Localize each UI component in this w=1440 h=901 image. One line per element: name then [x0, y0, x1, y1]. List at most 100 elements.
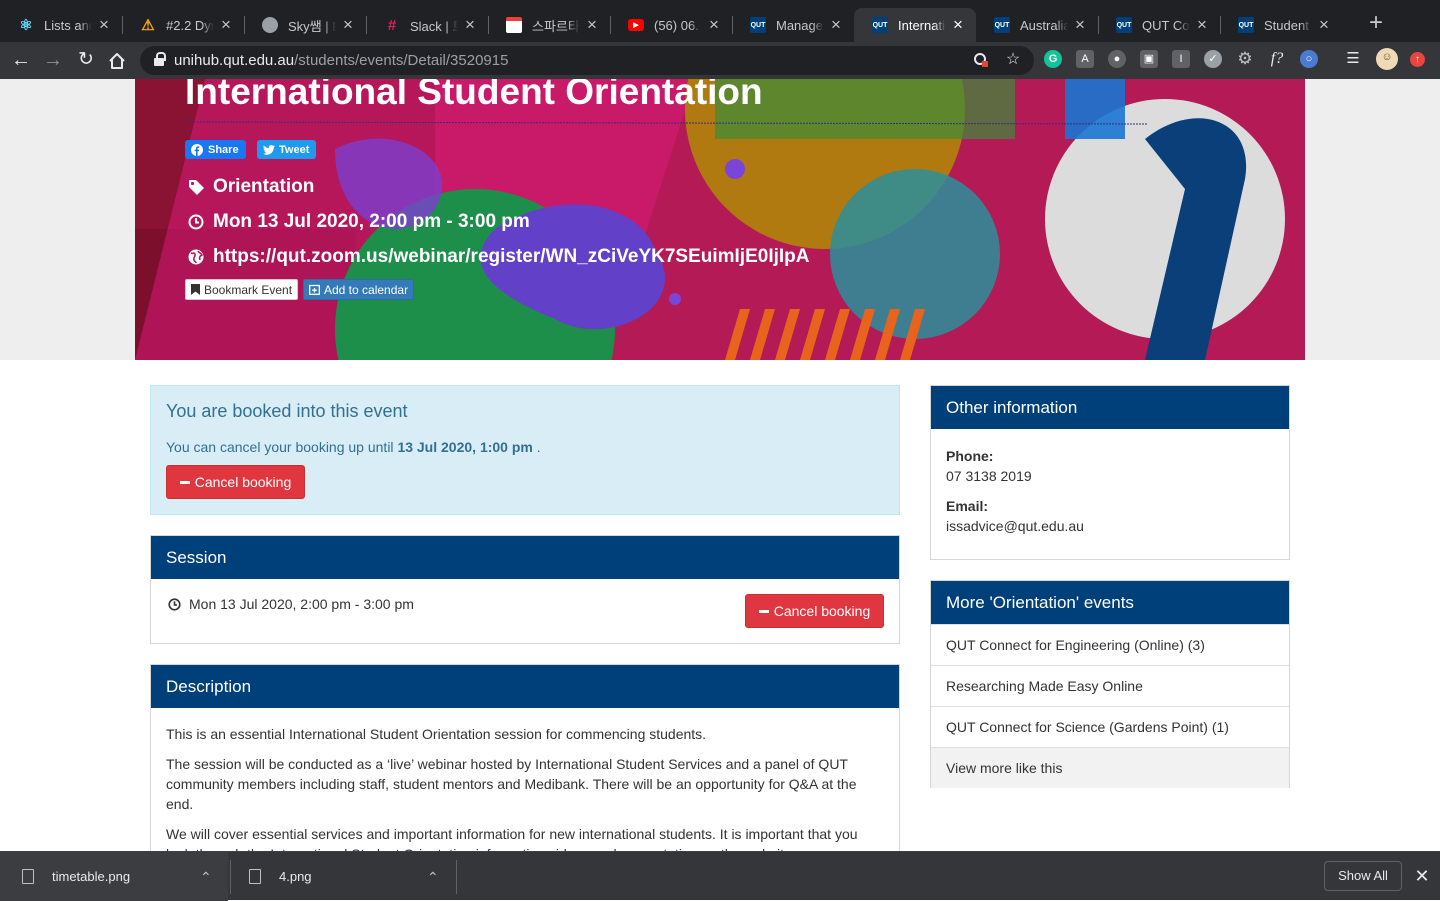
twitter-tweet-button[interactable]: Tweet: [257, 140, 317, 159]
formula-extension-icon[interactable]: f?: [1268, 50, 1286, 68]
other-information-panel: Other information Phone: 07 3138 2019 Em…: [930, 385, 1290, 560]
extension-icon[interactable]: ✓: [1204, 50, 1222, 68]
browser-tab[interactable]: # Slack | 트린×: [366, 8, 488, 42]
bookmark-star-icon[interactable]: ☆: [1004, 51, 1022, 69]
view-more-link[interactable]: View more like this: [931, 747, 1289, 788]
close-tab-icon[interactable]: ×: [1316, 15, 1332, 35]
file-icon: [22, 869, 34, 884]
forward-icon[interactable]: →: [40, 48, 66, 74]
globe-icon: [262, 17, 278, 33]
home-icon[interactable]: [104, 48, 130, 74]
event-hero-banner: International Student Orientation Share …: [135, 79, 1305, 360]
chevron-up-icon[interactable]: ⌃: [427, 869, 439, 886]
lock-icon[interactable]: [154, 52, 166, 66]
description-paragraph: This is an essential International Stude…: [166, 726, 707, 742]
close-tab-icon[interactable]: ×: [950, 15, 966, 35]
clock-icon: [187, 213, 205, 231]
browser-tab[interactable]: QUT Student lif×: [1220, 8, 1342, 42]
session-panel: Session Mon 13 Jul 2020, 2:00 pm - 3:00 …: [150, 535, 900, 644]
close-tab-icon[interactable]: ×: [1072, 15, 1088, 35]
location-blocked-icon[interactable]: [972, 51, 990, 69]
qut-icon: QUT: [1116, 17, 1132, 33]
browser-tab[interactable]: QUT Australia A×: [976, 8, 1098, 42]
extension-icon[interactable]: I: [1172, 50, 1190, 68]
file-icon: [249, 869, 261, 884]
clock-icon: [168, 597, 181, 611]
tab-title: #2.2 Dyna: [166, 17, 214, 33]
session-time: Mon 13 Jul 2020, 2:00 pm - 3:00 pm: [168, 596, 414, 612]
close-tab-icon[interactable]: ×: [218, 15, 234, 35]
download-item[interactable]: timetable.png ⌃: [0, 852, 228, 901]
cancel-booking-button[interactable]: Cancel booking: [166, 465, 305, 499]
tab-title: Slack | 트린: [410, 18, 458, 34]
email-address[interactable]: issadvice@qut.edu.au: [946, 516, 1084, 536]
close-tab-icon[interactable]: ×: [584, 15, 600, 35]
new-tab-button[interactable]: +: [1364, 11, 1388, 36]
more-events-item[interactable]: Researching Made Easy Online: [931, 665, 1289, 706]
minus-icon: [179, 480, 190, 484]
tab-title: Australia A: [1020, 17, 1068, 33]
more-events-item[interactable]: QUT Connect for Engineering (Online) (3): [931, 624, 1289, 665]
event-title: International Student Orientation: [185, 79, 763, 112]
show-all-downloads-button[interactable]: Show All: [1324, 861, 1402, 891]
close-tab-icon[interactable]: ×: [340, 15, 356, 35]
tab-separator: [366, 16, 367, 34]
tab-separator: [610, 16, 611, 34]
browser-tab[interactable]: ▶ (56) 06. n×: [610, 8, 732, 42]
tab-title: QUT Conn: [1142, 17, 1190, 33]
extension-icon[interactable]: ▣: [1140, 50, 1158, 68]
globe-icon: [187, 248, 205, 266]
grammarly-extension-icon[interactable]: G: [1044, 50, 1062, 68]
back-icon[interactable]: ←: [8, 48, 34, 74]
session-heading: Session: [151, 536, 899, 579]
browser-tab[interactable]: Sky쌤 | Eng×: [244, 8, 366, 42]
chevron-up-icon[interactable]: ⌃: [200, 869, 212, 886]
media-control-icon[interactable]: ☰: [1344, 50, 1362, 68]
twitter-icon: [263, 144, 275, 155]
address-bar[interactable]: unihub.qut.edu.au/students/events/Detail…: [140, 46, 1034, 75]
more-events-item[interactable]: QUT Connect for Science (Gardens Point) …: [931, 706, 1289, 747]
minus-icon: [758, 609, 769, 613]
browser-tab[interactable]: QUT QUT Conn×: [1098, 8, 1220, 42]
tab-title: Student lif: [1264, 17, 1312, 33]
tab-separator: [1098, 16, 1099, 34]
close-downloads-icon[interactable]: ✕: [1412, 864, 1432, 888]
bookmark-event-button[interactable]: Bookmark Event: [185, 279, 299, 300]
extension-icon[interactable]: A: [1076, 50, 1094, 68]
browser-tab[interactable]: ⚠ #2.2 Dyna×: [122, 8, 244, 42]
close-tab-icon[interactable]: ×: [1194, 15, 1210, 35]
warning-icon: ⚠: [141, 17, 155, 34]
settings-extension-icon[interactable]: ⚙: [1236, 50, 1254, 68]
calendar-plus-icon: [309, 284, 320, 295]
browser-tab[interactable]: 스파르타온라×: [488, 8, 610, 42]
close-tab-icon[interactable]: ×: [96, 15, 112, 35]
tab-separator: [732, 16, 733, 34]
download-item[interactable]: 4.png ⌃: [232, 852, 456, 901]
profile-avatar[interactable]: ☺: [1376, 48, 1398, 70]
email-label: Email:: [946, 498, 989, 514]
react-icon: ⚛: [19, 17, 33, 34]
update-icon[interactable]: ↑: [1410, 52, 1425, 67]
more-events-panel: More 'Orientation' events QUT Connect fo…: [930, 580, 1290, 788]
reload-icon[interactable]: ↻: [73, 48, 99, 74]
url-text[interactable]: unihub.qut.edu.au/students/events/Detail…: [174, 52, 508, 69]
extension-icon[interactable]: ●: [1108, 50, 1126, 68]
close-tab-icon[interactable]: ×: [828, 15, 844, 35]
browser-tab[interactable]: QUT Internation×: [854, 8, 976, 42]
add-to-calendar-button[interactable]: Add to calendar: [303, 279, 415, 300]
booking-heading: You are booked into this event: [166, 401, 408, 421]
extension-icon[interactable]: ○: [1300, 50, 1318, 68]
session-cancel-booking-button[interactable]: Cancel booking: [745, 594, 884, 628]
tab-title: Sky쌤 | Eng: [288, 18, 336, 34]
browser-tab[interactable]: ⚛ Lists and K×: [0, 8, 122, 42]
facebook-share-button[interactable]: Share: [185, 140, 246, 159]
close-tab-icon[interactable]: ×: [706, 15, 722, 35]
other-information-heading: Other information: [931, 386, 1289, 429]
slack-icon: #: [387, 16, 397, 34]
event-link[interactable]: https://qut.zoom.us/webinar/register/WN_…: [187, 246, 810, 268]
calendar-icon: [506, 17, 522, 33]
booking-confirmation-alert: You are booked into this event You can c…: [150, 385, 900, 515]
close-tab-icon[interactable]: ×: [462, 15, 478, 35]
browser-tab[interactable]: QUT Manage yo×: [732, 8, 854, 42]
event-datetime: Mon 13 Jul 2020, 2:00 pm - 3:00 pm: [187, 211, 530, 233]
